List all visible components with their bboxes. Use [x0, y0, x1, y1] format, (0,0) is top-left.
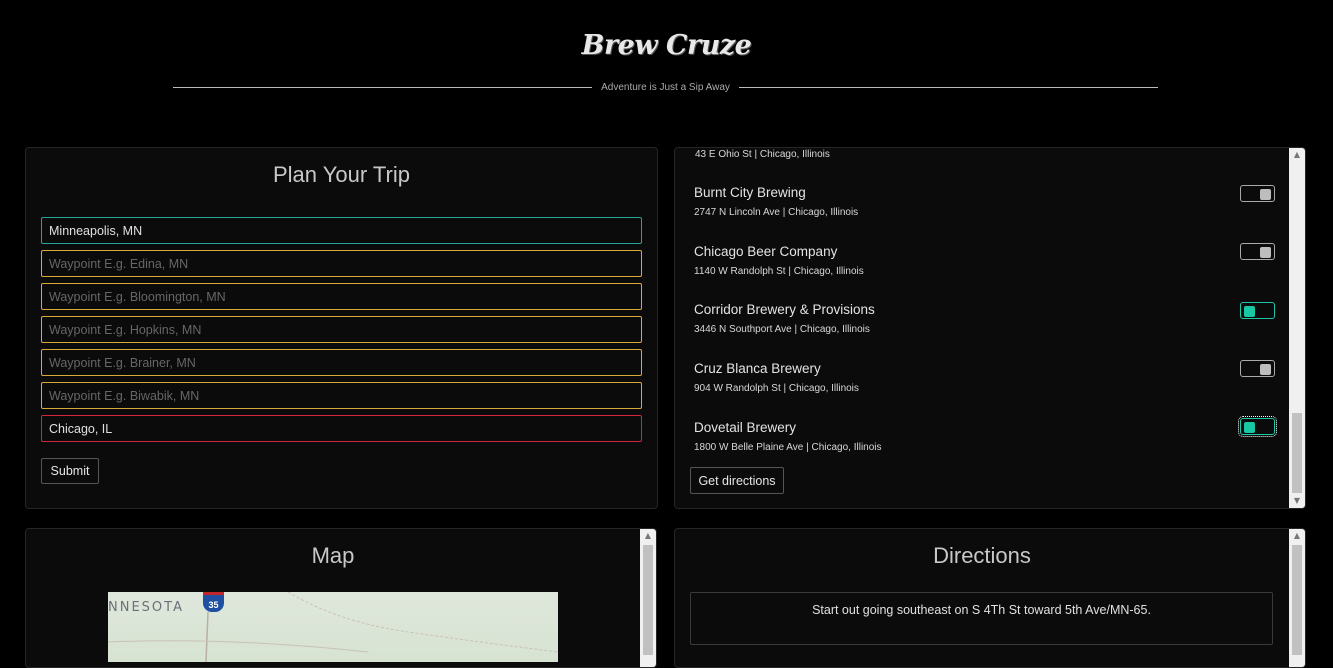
waypoint-input-2[interactable] [41, 283, 642, 310]
get-directions-button[interactable]: Get directions [690, 467, 784, 494]
scroll-up-arrow-icon[interactable]: ▲ [1289, 529, 1305, 543]
scrollbar-thumb[interactable] [1292, 413, 1302, 493]
waypoint-input-1[interactable] [41, 250, 642, 277]
interstate-shield-icon: 35 [203, 592, 224, 612]
direction-step: Start out going southeast on S 4Th St to… [690, 592, 1273, 645]
waypoint-input-3[interactable] [41, 316, 642, 343]
submit-button[interactable]: Submit [41, 458, 99, 484]
brewery-toggle[interactable] [1240, 185, 1275, 202]
end-location-input[interactable] [41, 415, 642, 442]
brewery-toggle[interactable] [1238, 416, 1277, 437]
map-region-label: NNESOTA [108, 600, 184, 615]
brewery-address: 3446 N Southport Ave | Chicago, Illinois [694, 324, 870, 335]
brewery-address: 2747 N Lincoln Ave | Chicago, Illinois [694, 207, 859, 218]
toggle-knob [1260, 247, 1271, 258]
divider-right [738, 86, 1158, 88]
brewery-address: 1140 W Randolph St | Chicago, Illinois [694, 266, 864, 277]
directions-scrollbar[interactable]: ▲ [1289, 529, 1305, 667]
toggle-knob [1260, 189, 1271, 200]
brewery-name: Corridor Brewery & Provisions [694, 302, 875, 317]
waypoint-input-4[interactable] [41, 349, 642, 376]
scroll-up-arrow-icon[interactable]: ▲ [1289, 148, 1305, 162]
toggle-knob [1244, 422, 1255, 433]
scrollbar-thumb[interactable] [1292, 545, 1302, 655]
tagline: Adventure is Just a Sip Away [601, 81, 730, 93]
tagline-row: Adventure is Just a Sip Away [173, 80, 1158, 94]
brewery-name: Cruz Blanca Brewery [694, 361, 821, 376]
toggle-knob [1260, 364, 1271, 375]
brewery-toggle[interactable] [1240, 360, 1275, 377]
map-panel-scrollbar[interactable]: ▲ [640, 529, 656, 667]
start-location-input[interactable] [41, 217, 642, 244]
brewery-list-scrollbar[interactable]: ▲ ▼ [1289, 148, 1305, 508]
directions-title: Directions [933, 543, 1031, 568]
brewery-item: Corridor Brewery & Provisions 3446 N Sou… [694, 302, 1275, 335]
scrollbar-thumb[interactable] [643, 545, 653, 655]
brewery-item: Chicago Beer Company 1140 W Randolph St … [694, 243, 1275, 277]
brewery-name: Dovetail Brewery [694, 420, 797, 435]
brewery-address: 1800 W Belle Plaine Ave | Chicago, Illin… [694, 442, 882, 453]
brewery-item: Burnt City Brewing 2747 N Lincoln Ave | … [694, 185, 1275, 218]
map-title: Map [311, 543, 355, 568]
scroll-down-arrow-icon[interactable]: ▼ [1289, 494, 1305, 508]
brewery-name: Burnt City Brewing [694, 185, 806, 200]
brewery-address: 904 W Randolph St | Chicago, Illinois [694, 383, 859, 394]
brand-title: Brew Cruze [581, 30, 752, 61]
scroll-up-arrow-icon[interactable]: ▲ [640, 529, 656, 543]
brewery-toggle[interactable] [1240, 302, 1275, 319]
plan-trip-panel: Plan Your Trip Submit [25, 147, 658, 509]
brewery-item: Dovetail Brewery 1800 W Belle Plaine Ave… [694, 416, 1277, 453]
waypoint-input-5[interactable] [41, 382, 642, 409]
brewery-toggle[interactable] [1240, 243, 1275, 260]
brewery-name: Chicago Beer Company [694, 244, 838, 259]
route-map[interactable]: NNESOTA 35 [108, 592, 558, 662]
directions-panel: Directions Start out going southeast on … [674, 528, 1306, 668]
brewery-partial-address: 43 E Ohio St | Chicago, Illinois [695, 149, 830, 160]
plan-trip-title: Plan Your Trip [273, 162, 410, 187]
toggle-knob [1244, 306, 1255, 317]
map-panel: Map NNESOTA 35 ▲ [25, 528, 657, 668]
divider-left [173, 86, 593, 88]
brewery-item: Cruz Blanca Brewery 904 W Randolph St | … [694, 360, 1275, 394]
brewery-list-panel: 43 E Ohio St | Chicago, Illinois Burnt C… [674, 147, 1306, 509]
